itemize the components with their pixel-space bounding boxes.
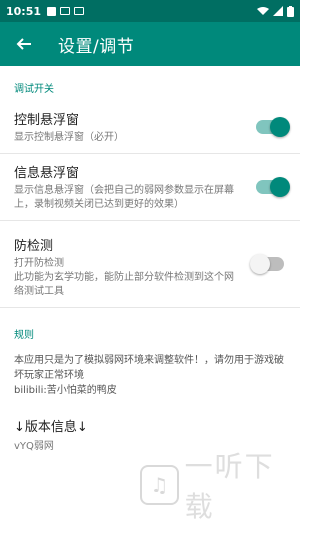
battery-icon [287,5,294,17]
status-bar: 10:51 [0,0,300,22]
status-system-icons [257,5,294,17]
toggle-thumb [270,177,290,197]
setting-row-control-float[interactable]: 控制悬浮窗 显示控制悬浮窗（必开） [0,101,300,153]
wifi-icon [257,7,269,15]
image-icon [60,7,71,15]
status-time: 10:51 [6,4,42,18]
back-button[interactable] [12,32,36,56]
section-header-debug: 调试开关 [14,84,54,95]
section-header-rules: 规则 [14,330,34,341]
info-float-toggle[interactable] [256,177,290,197]
status-notification-icons [47,6,85,16]
version-title: ↓版本信息↓ [14,420,88,435]
setting-subtitle: 打开防检测 此功能为玄学功能，能防止部分软件检测到这个网络测试工具 [14,258,234,297]
page-title: 设置/调节 [58,36,135,57]
setting-row-anti-detect[interactable]: 防检测 打开防检测 此功能为玄学功能，能防止部分软件检测到这个网络测试工具 [0,221,300,307]
setting-title: 防检测 [14,239,54,254]
watermark-logo-icon: ♫ [140,465,179,505]
setting-subtitle: 显示信息悬浮窗（会把自己的弱网参数显示在屏幕上，录制视频关闭已达到更好的效果） [14,185,234,210]
setting-row-info-float[interactable]: 信息悬浮窗 显示信息悬浮窗（会把自己的弱网参数显示在屏幕上，录制视频关闭已达到更… [0,154,300,220]
message-icon [74,7,85,15]
arrow-left-icon [16,38,31,50]
app-bar: 设置/调节 [0,22,300,66]
watermark: ♫ 一听下载 [140,445,300,525]
toggle-thumb [270,117,290,137]
notification-icon [47,6,57,16]
watermark-text: 一听下载 [184,450,275,523]
setting-title: 信息悬浮窗 [14,166,80,181]
rules-text: 本应用只是为了模拟弱网环境来调整软件！，请勿用于游戏破坏玩家正常环境 bilib… [14,355,284,396]
control-float-toggle[interactable] [256,117,290,137]
setting-title: 控制悬浮窗 [14,113,80,128]
setting-subtitle: 显示控制悬浮窗（必开） [14,132,124,143]
anti-detect-toggle[interactable] [250,254,284,274]
toggle-thumb [250,254,270,274]
signal-icon [273,6,283,16]
